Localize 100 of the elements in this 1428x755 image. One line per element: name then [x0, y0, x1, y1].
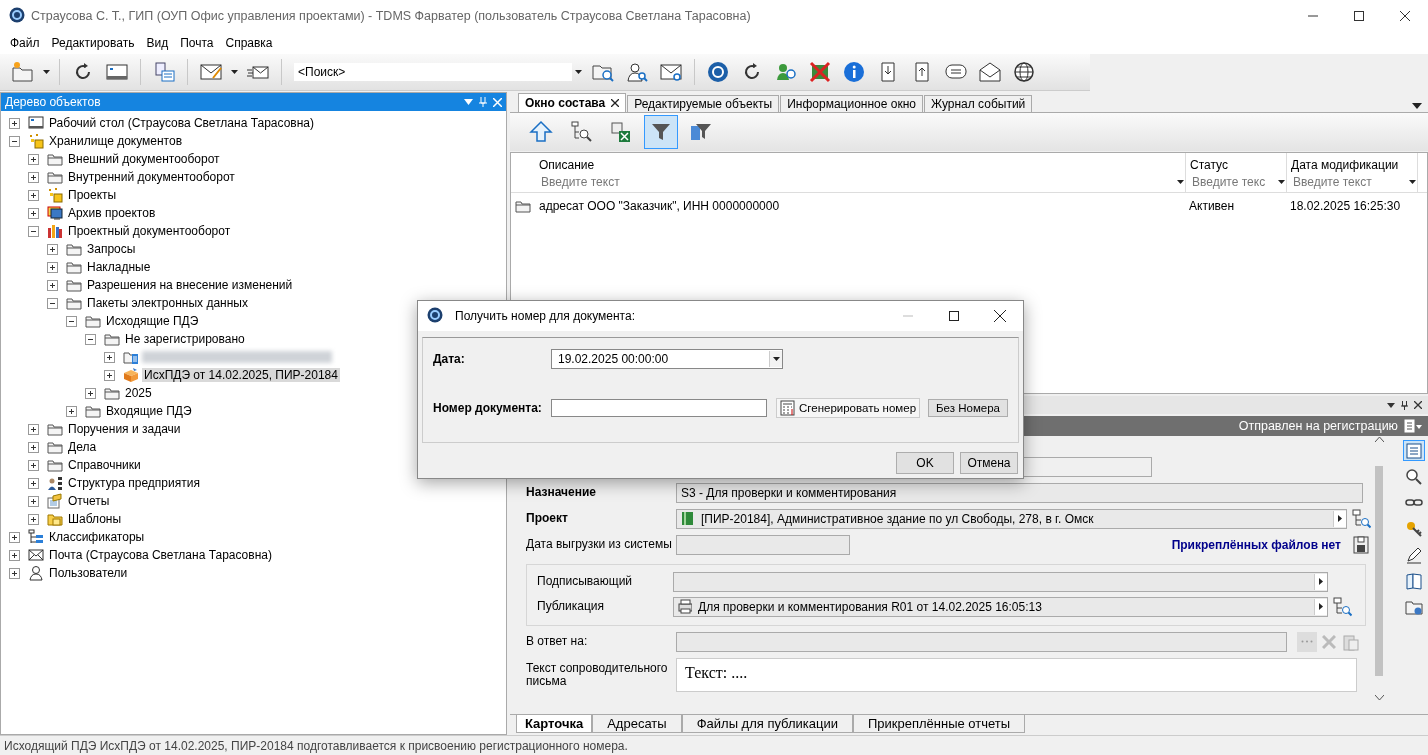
menu-item[interactable]: Файл: [4, 36, 46, 50]
tree-item[interactable]: Входящие ПДЭ: [104, 404, 194, 418]
column-header[interactable]: Статус: [1186, 153, 1286, 172]
column-header[interactable]: Описание: [535, 153, 1185, 172]
tree-item[interactable]: Пакеты электронных данных: [85, 296, 250, 310]
close-icon[interactable]: [611, 99, 620, 107]
tab[interactable]: Карточка: [516, 715, 593, 733]
dropdown-arrow-icon[interactable]: [573, 69, 583, 75]
expand-toggle[interactable]: [85, 387, 96, 399]
menu-item[interactable]: Вид: [140, 36, 175, 50]
scroll-down-icon: [1374, 695, 1384, 701]
tree-item[interactable]: Архив проектов: [66, 206, 158, 220]
close-icon[interactable]: [1414, 401, 1422, 409]
menu-item[interactable]: Почта: [174, 36, 220, 50]
tab[interactable]: Журнал событий: [923, 95, 1033, 112]
collapse-toggle[interactable]: [9, 135, 20, 147]
tree-item[interactable]: 2025: [123, 386, 154, 400]
select-field[interactable]: [ПИР-20184], Административное здание по ул Свободы, 278, в г. Омск: [676, 508, 1347, 529]
menu-item[interactable]: Редактировать: [45, 36, 141, 50]
filter-button[interactable]: [644, 115, 678, 149]
expand-toggle[interactable]: [28, 207, 39, 219]
expand-toggle[interactable]: [28, 495, 39, 507]
document-menu-icon[interactable]: [1404, 419, 1422, 433]
menu-item[interactable]: Справка: [219, 36, 279, 50]
text-field[interactable]: [676, 631, 1287, 652]
expand-toggle[interactable]: [28, 171, 39, 183]
pick-button[interactable]: [1332, 596, 1352, 617]
tab-list-icon[interactable]: [1412, 103, 1422, 109]
expand-toggle[interactable]: [9, 549, 20, 561]
column-header[interactable]: Дата модификации: [1287, 153, 1417, 172]
card-button[interactable]: [1402, 440, 1425, 461]
number-field[interactable]: [551, 399, 767, 417]
generate-button[interactable]: Сгенерировать номер: [776, 398, 921, 418]
date-field[interactable]: 19.02.2025 00:00:00: [551, 349, 783, 369]
expand-toggle[interactable]: [104, 369, 115, 381]
tree-item[interactable]: Внешний документооборот: [66, 152, 222, 166]
table-cell-text: адресат ООО "Заказчик", ИНН 0000000000: [538, 199, 780, 213]
expand-toggle[interactable]: [28, 153, 39, 165]
tree-item[interactable]: Поручения и задачи: [66, 422, 183, 436]
collapse-toggle[interactable]: [28, 225, 39, 237]
expand-toggle[interactable]: [9, 117, 20, 129]
tree-item[interactable]: Почта (Страусова Светлана Тарасовна): [47, 548, 274, 562]
expand-toggle[interactable]: [28, 513, 39, 525]
collapse-toggle[interactable]: [85, 333, 96, 345]
tree-item[interactable]: Дела: [66, 440, 99, 454]
text-field[interactable]: S3 - Для проверки и комментирования: [676, 482, 1363, 503]
tree-item[interactable]: Накладные: [85, 260, 153, 274]
dropdown-icon[interactable]: [1387, 402, 1395, 408]
collapse-toggle[interactable]: [66, 315, 77, 327]
select-field[interactable]: Для проверки и комментирования R01 от 14.02.2025 16:05:13: [673, 596, 1328, 617]
tree-item[interactable]: Внутренний документооборот: [66, 170, 237, 184]
expand-toggle[interactable]: [104, 351, 115, 363]
expand-toggle[interactable]: [47, 243, 58, 255]
tree-item[interactable]: ИсхПДЭ от 14.02.2025, ПИР-20184: [142, 368, 340, 382]
attachments-link[interactable]: Прикреплённых файлов нет: [1171, 537, 1341, 552]
search-field[interactable]: <Поиск>: [294, 63, 572, 81]
expand-toggle[interactable]: [28, 477, 39, 489]
tree-item[interactable]: Пользователи: [47, 566, 130, 580]
select-field[interactable]: [673, 571, 1328, 592]
text-area[interactable]: Текст: ....: [676, 658, 1357, 692]
tree-item[interactable]: Шаблоны: [66, 512, 124, 526]
expand-toggle[interactable]: [47, 279, 58, 291]
tree-item[interactable]: Структура предприятия: [66, 476, 202, 490]
tree-item[interactable]: Проектный документооборот: [66, 224, 233, 238]
expand-toggle[interactable]: [28, 459, 39, 471]
cancel-button[interactable]: Отмена: [960, 452, 1018, 474]
tab[interactable]: Информационное окно: [780, 95, 923, 112]
tab[interactable]: Окно состава: [518, 93, 627, 112]
tree-item[interactable]: Исходящие ПДЭ: [104, 314, 201, 328]
tree-item[interactable]: Хранилище документов: [47, 134, 185, 148]
expand-toggle[interactable]: [28, 423, 39, 435]
expand-toggle[interactable]: [9, 567, 20, 579]
expand-toggle[interactable]: [28, 189, 39, 201]
tab[interactable]: Редактируемые объекты: [627, 95, 780, 112]
pick-button[interactable]: [1351, 508, 1371, 529]
tree-item[interactable]: Не зарегистрировано: [123, 332, 247, 346]
tree-item[interactable]: Запросы: [85, 242, 138, 256]
mail-icon: [28, 547, 44, 563]
text-field[interactable]: [676, 534, 850, 555]
dropdown-arrow-icon[interactable]: [1408, 179, 1417, 185]
pin-icon[interactable]: [1401, 400, 1408, 410]
expand-toggle[interactable]: [47, 261, 58, 273]
tree-item[interactable]: Классификаторы: [47, 530, 147, 544]
tree-item[interactable]: Отчеты: [66, 494, 112, 508]
tab[interactable]: Файлы для публикации: [681, 715, 853, 733]
tab[interactable]: Адресаты: [592, 715, 682, 733]
dropdown-arrow-icon[interactable]: [1176, 179, 1185, 185]
expand-toggle[interactable]: [66, 405, 77, 417]
expand-toggle[interactable]: [9, 531, 20, 543]
tree-item[interactable]: Разрешения на внесение изменений: [85, 278, 295, 292]
dropdown-arrow-icon[interactable]: [1277, 179, 1286, 185]
ok-button[interactable]: OK: [896, 452, 954, 474]
attachment-button[interactable]: [1351, 534, 1371, 555]
expand-toggle[interactable]: [28, 441, 39, 453]
tree-item[interactable]: Рабочий стол (Страусова Светлана Тарасовна): [47, 116, 316, 130]
tree-item[interactable]: Справочники: [66, 458, 143, 472]
collapse-toggle[interactable]: [47, 297, 58, 309]
tree-item[interactable]: Проекты: [66, 188, 119, 202]
tab[interactable]: Прикреплённые отчеты: [853, 715, 1026, 733]
no-number-button[interactable]: Без Номера: [928, 399, 1008, 417]
